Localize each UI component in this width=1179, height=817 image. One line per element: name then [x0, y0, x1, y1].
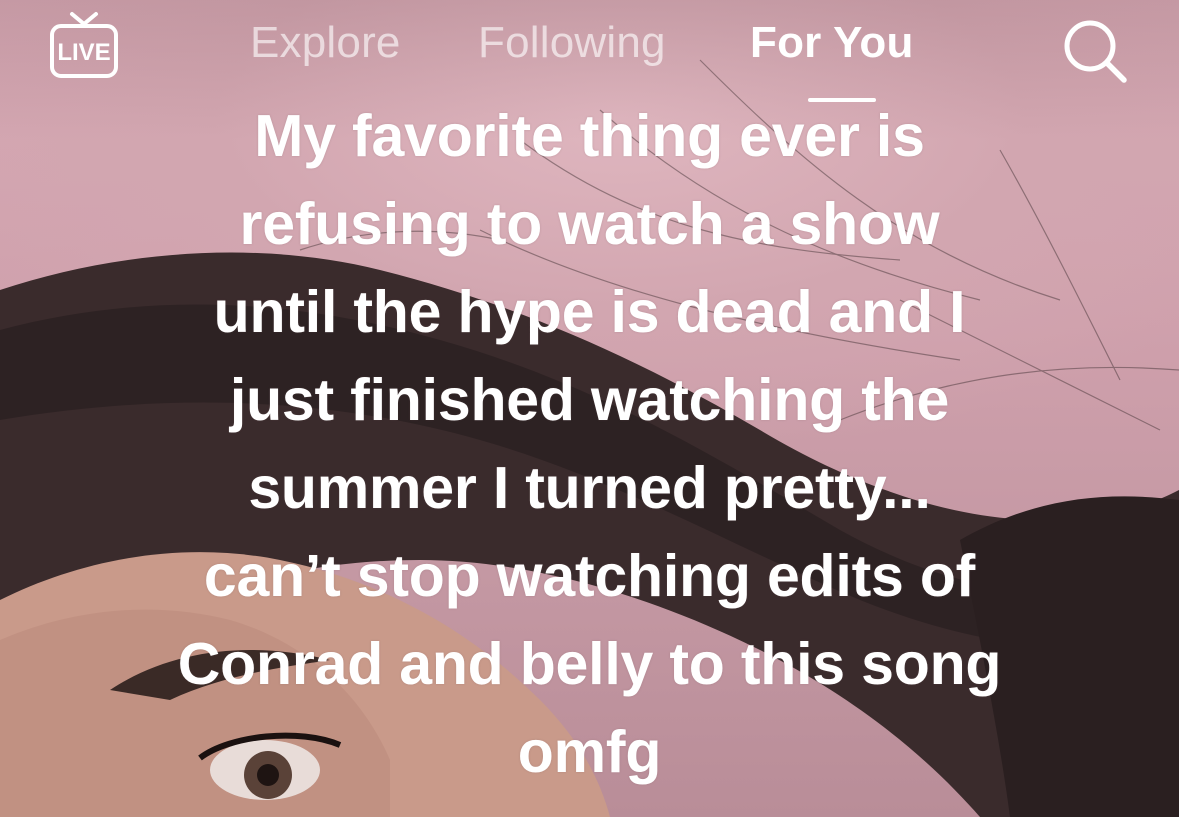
video-feed-screen[interactable]: LIVE Explore Following For You My favori… — [0, 0, 1179, 817]
caption-line: can’t stop watching edits of — [203, 543, 976, 609]
tab-following[interactable]: Following — [478, 18, 666, 68]
caption-line: Conrad and belly to this song — [177, 631, 1002, 697]
tab-explore[interactable]: Explore — [250, 18, 401, 68]
top-navigation-bar: LIVE Explore Following For You — [0, 0, 1179, 102]
caption-line: omfg — [517, 719, 662, 785]
search-button[interactable] — [1058, 14, 1134, 90]
video-caption-text: My favorite thing ever is refusing to wa… — [60, 92, 1119, 796]
caption-line: summer I turned pretty... — [248, 455, 931, 521]
tab-for-you[interactable]: For You — [750, 18, 914, 68]
caption-line: just finished watching the — [229, 367, 950, 433]
caption-line: refusing to watch a show — [239, 191, 940, 257]
search-icon — [1064, 20, 1127, 83]
caption-line: My favorite thing ever is — [254, 103, 925, 169]
caption-line: until the hype is dead and I — [213, 279, 966, 345]
